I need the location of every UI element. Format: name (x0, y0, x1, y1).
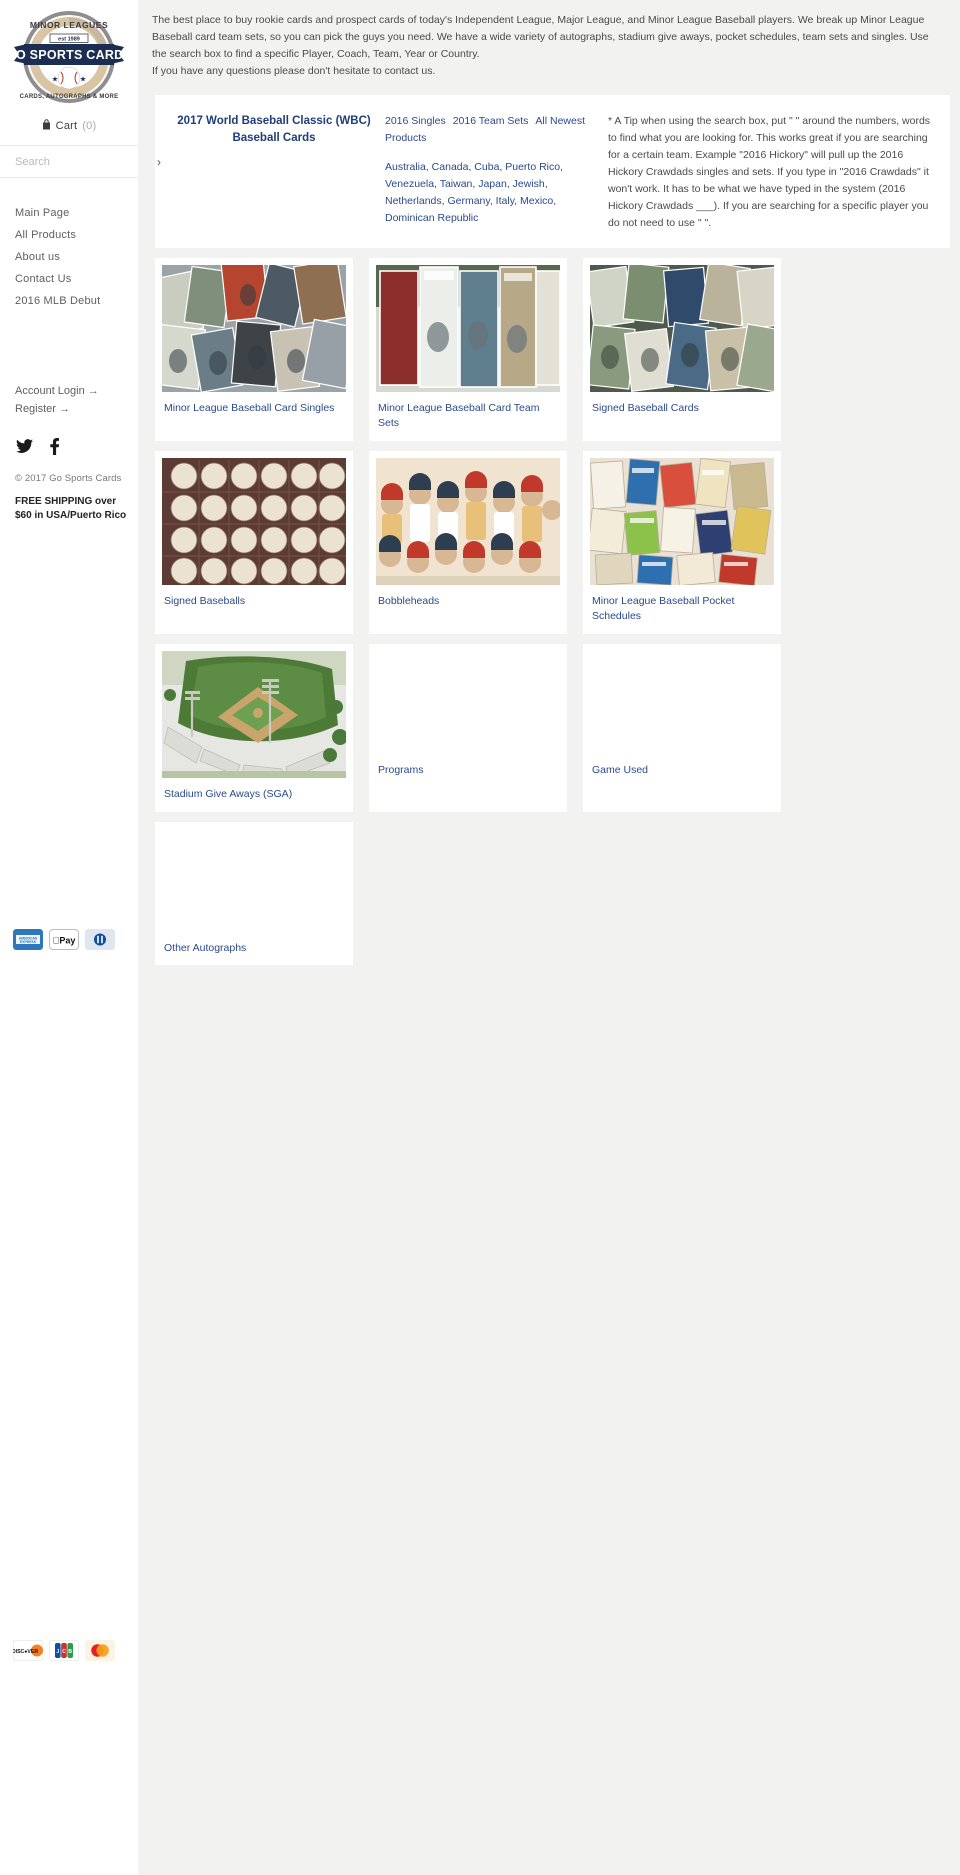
svg-text:C: C (62, 1649, 66, 1655)
account-login-link[interactable]: Account Login → (0, 382, 138, 400)
featured-collection-column: 2017 World Baseball Classic (WBC) Baseba… (165, 113, 383, 232)
svg-text:★: ★ (80, 75, 87, 84)
category-grid: Minor League Baseball Card Singles Minor… (138, 248, 960, 975)
search-tip: * A Tip when using the search box, put "… (608, 115, 931, 229)
category-card[interactable]: Minor League Baseball Pocket Schedules (583, 450, 781, 634)
intro-paragraph-2: If you have any questions please don't h… (152, 65, 436, 77)
pocket-schedules-image (590, 457, 774, 585)
svg-text:DISC●VER: DISC●VER (13, 1649, 38, 1655)
bobblehead-collection-image (376, 457, 560, 585)
link-2016-team-sets[interactable]: 2016 Team Sets (453, 115, 529, 127)
cart-link[interactable]: Cart (0) (0, 110, 138, 145)
category-title[interactable]: Signed Baseballs (162, 585, 346, 619)
svg-text:EXPRESS: EXPRESS (20, 940, 37, 944)
sidebar-nav: Main Page All Products About us Contact … (0, 178, 138, 312)
category-card[interactable]: Signed Baseballs (155, 450, 353, 634)
svg-text:J: J (56, 1649, 59, 1655)
social-links (0, 418, 138, 455)
svg-text:GO SPORTS CARDS: GO SPORTS CARDS (9, 48, 129, 62)
programs-placeholder-image (376, 650, 560, 754)
category-card[interactable]: Bobbleheads (369, 450, 567, 634)
apple-pay-icon: Pay (49, 929, 79, 950)
svg-text:CARDS, AUTOGRAPHS & MORE: CARDS, AUTOGRAPHS & MORE (20, 94, 119, 100)
link-2016-singles[interactable]: 2016 Singles (385, 115, 446, 127)
category-card[interactable]: Minor League Baseball Card Team Sets (369, 258, 567, 441)
cart-label: Cart (55, 120, 78, 132)
category-card[interactable]: Minor League Baseball Card Singles (155, 258, 353, 441)
game-used-placeholder-image (590, 650, 774, 754)
search-box[interactable]: › (0, 145, 161, 178)
search-input[interactable] (15, 155, 157, 168)
category-title[interactable]: Stadium Give Aways (SGA) (162, 778, 346, 812)
intro-text: The best place to buy rookie cards and p… (138, 0, 958, 84)
promo-panel: 2017 World Baseball Classic (WBC) Baseba… (155, 95, 950, 248)
wbc-feature-link[interactable]: 2017 World Baseball Classic (WBC) Baseba… (171, 113, 377, 148)
logo-container[interactable]: MINOR LEAGUES est 1989 GO SPORTS CARDS ★… (0, 0, 138, 110)
shopping-bag-icon (42, 119, 51, 133)
sidebar: MINOR LEAGUES est 1989 GO SPORTS CARDS ★… (0, 0, 161, 1875)
intro-paragraph-1: The best place to buy rookie cards and p… (152, 14, 929, 60)
mastercard-icon (85, 1640, 115, 1661)
svg-text:★: ★ (52, 75, 59, 84)
copyright: © 2017 Go Sports Cards (15, 473, 122, 484)
go-sports-cards-logo: MINOR LEAGUES est 1989 GO SPORTS CARDS ★… (9, 11, 129, 103)
sidebar-item-contact-us[interactable]: Contact Us (0, 268, 138, 290)
svg-text:B: B (68, 1649, 72, 1655)
category-title[interactable]: Signed Baseball Cards (590, 392, 774, 426)
register-link[interactable]: Register → (0, 400, 138, 418)
discover-icon: DISC●VER (13, 1640, 43, 1661)
signed-baseballs-case-image (162, 457, 346, 585)
facebook-icon[interactable] (50, 438, 59, 455)
graded-cards-stack-image (376, 265, 560, 392)
other-autographs-placeholder-image (162, 828, 346, 932)
category-card[interactable]: Other Autographs (155, 821, 353, 966)
diners-club-icon (85, 929, 115, 950)
category-title[interactable]: Bobbleheads (376, 585, 560, 619)
sidebar-item-all-products[interactable]: All Products (0, 224, 138, 246)
quick-links-column: 2016 Singles 2016 Team Sets All Newest Pro… (383, 113, 598, 232)
category-title[interactable]: Programs (376, 754, 560, 788)
category-card[interactable]: Game Used (583, 643, 781, 812)
category-title[interactable]: Other Autographs (162, 932, 346, 966)
sidebar-item-main-page[interactable]: Main Page (0, 202, 138, 224)
payment-icons-row-2: DISC●VER JCB (13, 1640, 115, 1661)
category-card[interactable]: Signed Baseball Cards (583, 258, 781, 441)
category-title[interactable]: Minor League Baseball Card Singles (162, 392, 346, 426)
sidebar-item-mlb-debut[interactable]: 2016 MLB Debut (0, 290, 138, 312)
american-express-icon: AMERICAN EXPRESS (13, 929, 43, 950)
cart-count: (0) (82, 120, 97, 132)
svg-text:Pay: Pay (53, 936, 76, 946)
jcb-icon: JCB (49, 1640, 79, 1661)
quick-links: 2016 Singles 2016 Team Sets All Newest Pro… (385, 113, 594, 147)
country-list[interactable]: Australia, Canada, Cuba, Puerto Rico, Ve… (385, 161, 563, 224)
country-links[interactable]: Australia, Canada, Cuba, Puerto Rico, Ve… (385, 159, 594, 227)
category-title[interactable]: Minor League Baseball Card Team Sets (376, 392, 560, 441)
main-content: The best place to buy rookie cards and p… (138, 0, 960, 1875)
page-root: MINOR LEAGUES est 1989 GO SPORTS CARDS ★… (0, 0, 960, 1875)
category-title[interactable]: Minor League Baseball Pocket Schedules (590, 585, 774, 634)
chevron-right-icon[interactable]: › (157, 156, 161, 168)
category-card[interactable]: Stadium Give Aways (SGA) (155, 643, 353, 812)
payment-icons-row-1: AMERICANEXPRESS Pay (13, 929, 115, 950)
category-title[interactable]: Game Used (590, 754, 774, 788)
svg-text:est 1989: est 1989 (58, 37, 80, 43)
sidebar-item-about-us[interactable]: About us (0, 246, 138, 268)
account-links: Account Login → Register → (0, 312, 138, 418)
category-card[interactable]: Programs (369, 643, 567, 812)
twitter-icon[interactable] (16, 439, 33, 454)
baseball-cards-pile-image (162, 265, 346, 392)
baseball-stadium-image (162, 650, 346, 778)
svg-text:MINOR LEAGUES: MINOR LEAGUES (30, 20, 108, 30)
free-shipping-notice: FREE SHIPPING over $60 in USA/Puerto Ric… (15, 496, 127, 521)
signed-cards-spread-image (590, 265, 774, 392)
